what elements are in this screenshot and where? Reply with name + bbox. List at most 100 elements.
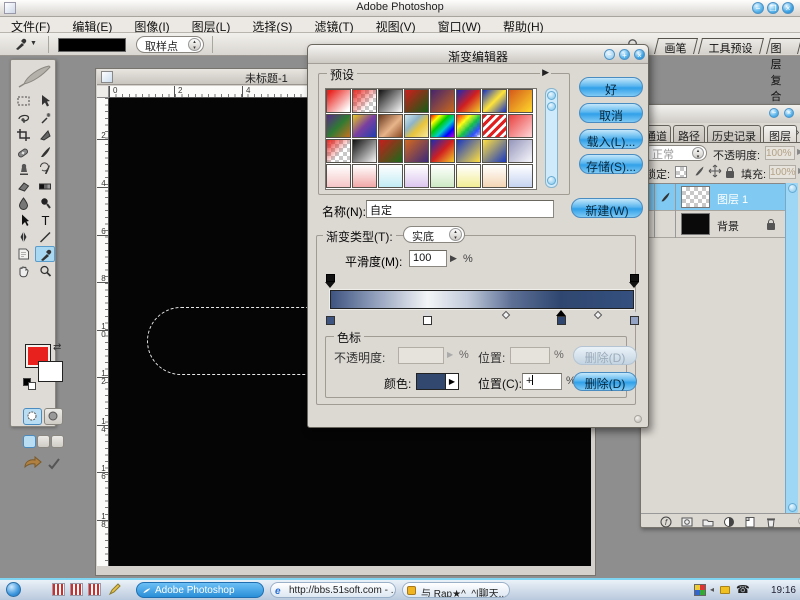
gradient-preset-swatch[interactable] — [430, 89, 455, 113]
quicklaunch-pencil-icon[interactable] — [108, 582, 122, 599]
layer-style-icon[interactable]: f — [659, 515, 674, 529]
path-selection-tool[interactable] — [13, 212, 33, 228]
tab-图层[interactable]: 图层 — [763, 125, 797, 142]
restore-button[interactable]: ❐ — [767, 2, 779, 14]
gradient-preset-swatch[interactable] — [482, 164, 507, 188]
gradient-preset-swatch[interactable] — [326, 114, 351, 138]
lock-transparency-icon[interactable] — [675, 166, 687, 178]
midpoint-diamond[interactable] — [593, 311, 601, 319]
slice-tool[interactable] — [35, 127, 55, 143]
history-brush-tool[interactable] — [35, 161, 55, 177]
tool-dropdown-caret[interactable]: ▼ — [30, 40, 37, 47]
crop-tool[interactable] — [13, 127, 33, 143]
gradient-preset-swatch[interactable] — [404, 164, 429, 188]
stop-location-c-input[interactable]: + — [522, 373, 562, 390]
gradient-tool[interactable] — [35, 178, 55, 194]
gradient-preset-swatch[interactable] — [430, 164, 455, 188]
presets-scroll-dot[interactable] — [547, 176, 556, 185]
rectangular-marquee-tool[interactable] — [13, 93, 33, 109]
task-button-0[interactable]: Adobe Photoshop — [136, 582, 264, 598]
dodge-tool[interactable] — [35, 195, 55, 211]
blend-mode-dropdown[interactable]: 正常 ▴▾ — [643, 145, 707, 161]
gradient-preset-swatch[interactable] — [456, 89, 481, 113]
gradient-preset-swatch[interactable] — [378, 89, 403, 113]
brush-tool[interactable] — [35, 144, 55, 160]
fullscreen-button[interactable] — [51, 435, 64, 448]
new-group-icon[interactable] — [701, 515, 716, 529]
layer-mask-icon[interactable] — [680, 515, 695, 529]
gradient-preset-swatch[interactable] — [352, 164, 377, 188]
color-stop[interactable] — [325, 310, 336, 325]
swap-colors-icon[interactable]: ⇄ — [53, 342, 61, 353]
gradient-preset-swatch[interactable] — [456, 114, 481, 138]
tray-expand-icon[interactable]: ◂ — [710, 585, 714, 594]
cancel-button[interactable]: 取消 — [579, 103, 643, 123]
panel-minimize-button[interactable]: − — [769, 108, 779, 118]
smoothness-input[interactable]: 100 — [409, 250, 447, 267]
presets-scroll-dot[interactable] — [547, 102, 556, 111]
gradient-preset-swatch[interactable] — [326, 89, 351, 113]
layer-thumbnail[interactable] — [681, 186, 710, 208]
color-stop-selected[interactable] — [556, 310, 567, 325]
layer-row-背景[interactable]: 背景 — [641, 211, 785, 238]
layers-panel-titlebar[interactable]: − × — [641, 105, 800, 123]
gradient-preset-swatch[interactable] — [326, 139, 351, 163]
clone-stamp-tool[interactable] — [13, 161, 33, 177]
notes-tool[interactable] — [13, 246, 33, 262]
gradient-preset-swatch[interactable] — [352, 89, 377, 113]
gradient-preset-swatch[interactable] — [378, 164, 403, 188]
zoom-tool[interactable] — [35, 263, 55, 279]
options-color-swatch[interactable] — [58, 38, 126, 52]
adjustment-layer-icon[interactable] — [722, 515, 737, 529]
magic-wand-tool[interactable] — [35, 110, 55, 126]
gradient-preset-swatch[interactable] — [508, 139, 533, 163]
palette-well-tab-2[interactable]: 图层复合 — [766, 38, 800, 54]
gradient-preset-swatch[interactable] — [404, 114, 429, 138]
eraser-tool[interactable] — [13, 178, 33, 194]
gradient-preset-swatch[interactable] — [352, 139, 377, 163]
palette-well-tab-0[interactable]: 画笔 — [654, 38, 698, 54]
new-layer-icon[interactable] — [743, 515, 758, 529]
presets-flyout-arrow-icon[interactable]: ▶ — [540, 67, 551, 78]
stop-color-swatch[interactable] — [416, 373, 446, 390]
gradient-preset-swatch[interactable] — [482, 89, 507, 113]
smoothness-arrow-icon[interactable]: ▶ — [450, 253, 457, 264]
imageready-jump-icon[interactable] — [22, 454, 44, 477]
dialog-restore-button[interactable]: + — [619, 49, 630, 60]
blend-stepper-icon[interactable]: ▴▾ — [692, 147, 704, 159]
panel-close-button[interactable]: × — [784, 108, 794, 118]
gradient-preset-swatch[interactable] — [456, 164, 481, 188]
layer-thumbnail[interactable] — [681, 213, 710, 235]
tab-路径[interactable]: 路径 — [673, 125, 705, 142]
ok-button[interactable]: 好 — [579, 77, 643, 97]
type-stepper-icon[interactable]: ▴▾ — [449, 228, 462, 241]
dialog-titlebar[interactable]: 渐变编辑器 − + × — [308, 45, 648, 64]
lasso-tool[interactable] — [13, 110, 33, 126]
dialog-minimize-button[interactable]: − — [604, 49, 615, 60]
eyedropper-tool-icon[interactable] — [12, 36, 28, 55]
healing-brush-tool[interactable] — [13, 144, 33, 160]
midpoint-diamond[interactable] — [502, 311, 510, 319]
lock-move-icon[interactable] — [708, 164, 722, 181]
tray-app-icon[interactable] — [694, 584, 706, 596]
pen-tool[interactable] — [13, 229, 33, 245]
gradient-preset-swatch[interactable] — [430, 139, 455, 163]
gradient-preset-swatch[interactable] — [326, 164, 351, 188]
opacity-stop[interactable] — [629, 274, 640, 288]
layers-scrollbar[interactable] — [785, 183, 798, 513]
quicklaunch-icon[interactable] — [52, 583, 65, 596]
lock-all-icon[interactable] — [726, 171, 734, 178]
scroll-up-icon[interactable] — [788, 184, 797, 193]
gradient-preset-swatch[interactable] — [508, 164, 533, 188]
eyedropper-tool[interactable] — [35, 246, 55, 262]
fullscreen-menubar-button[interactable] — [37, 435, 50, 448]
color-picker-arrow-icon[interactable]: ▶ — [446, 373, 459, 390]
presets-scroll-dot[interactable] — [547, 91, 556, 100]
background-color-swatch[interactable] — [38, 361, 63, 382]
opacity-value[interactable]: 100% — [765, 146, 795, 160]
delete-layer-icon[interactable] — [764, 515, 779, 529]
gradient-preset-swatch[interactable] — [456, 139, 481, 163]
gradient-preset-swatch[interactable] — [430, 114, 455, 138]
gradient-preset-swatch[interactable] — [404, 89, 429, 113]
standard-mode-button[interactable] — [23, 408, 42, 425]
